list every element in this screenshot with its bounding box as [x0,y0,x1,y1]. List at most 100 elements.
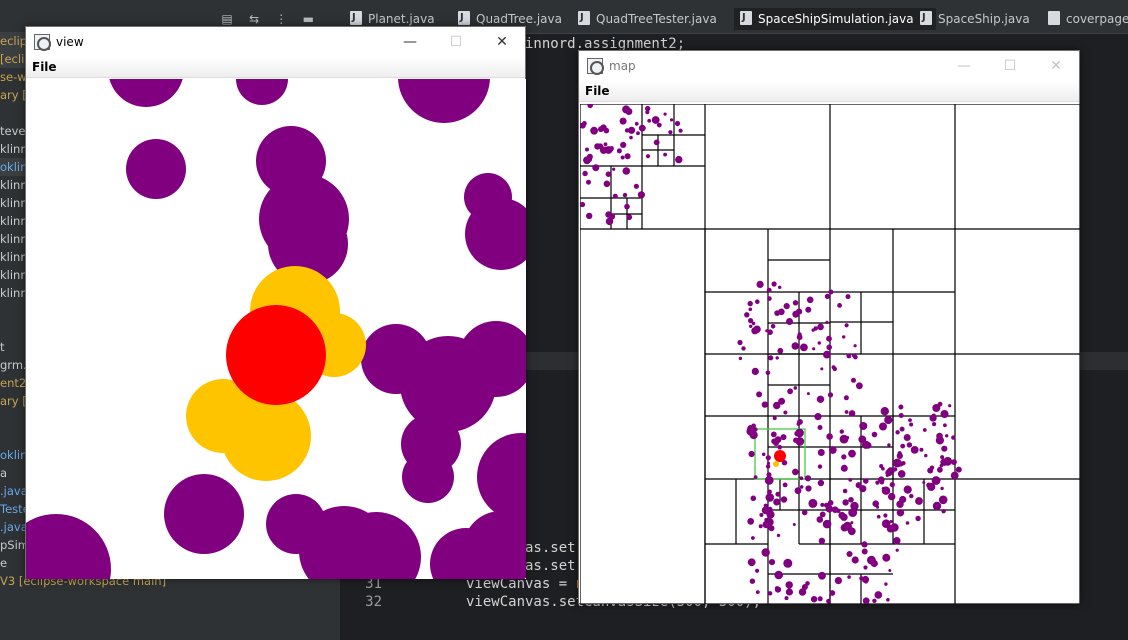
planet-dot [770,431,777,438]
editor-tab[interactable]: SpaceShip.java [920,7,1030,30]
planet-dot [861,440,871,449]
planet-dot [876,514,881,519]
planet-dot [783,410,788,415]
document-file-icon [1048,11,1060,25]
planet-dot [893,537,901,545]
editor-tab[interactable]: SpaceShipSimulation.java✕ [734,7,936,30]
tab-label: SpaceShip.java [938,12,1030,26]
link-editor-icon[interactable]: ⇆ [247,12,261,26]
planet-dot [755,299,760,304]
planet-dot [825,320,829,324]
minimize-view-icon[interactable]: ▬ [301,12,315,26]
planet-dot [773,401,781,410]
planet-dot [822,519,832,529]
view-menubar: File [26,57,525,78]
minimize-button[interactable]: — [387,27,433,57]
planet [402,451,454,503]
planet-dot [844,410,849,414]
planet-dot [823,350,831,359]
map-window[interactable]: map — ☐ ✕ File [578,50,1080,604]
planet-dot [886,598,890,602]
file-menu[interactable]: File [32,59,57,75]
view-canvas[interactable] [26,79,526,579]
planet-dot [747,300,753,307]
planet-dot [622,167,631,175]
planet-dot [603,142,608,147]
planet-dot [889,482,895,488]
maximize-button[interactable]: ☐ [987,51,1033,81]
collapse-all-icon[interactable]: ▤ [220,12,234,26]
editor-tab[interactable]: coverpage [1048,8,1128,30]
planet-dot [794,431,800,437]
planet-dot [884,415,893,425]
planet-dot [950,471,959,480]
planet-dot [852,353,856,358]
planet-dot [587,104,593,109]
tab-label: QuadTreeTester.java [596,12,717,26]
editor-tab[interactable]: QuadTreeTester.java [578,7,717,30]
planet-dot [741,346,746,351]
tab-label: coverpage [1066,12,1128,26]
planet-dot [929,414,937,422]
close-button[interactable]: ✕ [1033,51,1079,81]
planet-dot [924,453,928,458]
planet-dot [943,423,947,428]
planet-dot [747,558,756,567]
planet-dot [864,579,868,584]
planet-dot [755,590,760,594]
planet-dot [842,488,848,494]
planet-dot [819,511,826,518]
view-menu-icon[interactable]: ⋮ [274,12,288,26]
line-number: 32 [365,594,382,610]
planet-dot [783,558,793,568]
planet-dot [829,590,836,596]
planet-dot [764,476,774,485]
planet [463,511,526,579]
planet-dot [799,476,804,481]
planet-dot [791,342,799,350]
planet-dot [932,422,937,427]
planet-dot [738,356,743,361]
maximize-button[interactable]: ☐ [433,27,479,57]
planet-dot [761,506,770,515]
planet-dot [675,155,683,164]
planet [400,336,496,432]
map-canvas[interactable] [580,104,1080,604]
view-titlebar[interactable]: view — ☐ ✕ [26,27,525,57]
planet-dot [862,597,870,604]
planet-dot [826,598,831,604]
planet-dot [801,509,808,516]
planet-dot [783,303,790,310]
planet-dot [796,334,803,341]
planet-dot [874,591,883,599]
tab-label: QuadTree.java [476,12,562,26]
planet-dot [795,437,805,446]
planet-dot [597,143,604,150]
planet-dot [826,433,833,440]
planet-dot [805,306,812,313]
planet-dot [906,442,913,448]
planet-dot [751,536,755,540]
planet-dot [855,482,862,489]
tab-label: Planet.java [368,12,435,26]
planet-dot [612,193,618,199]
planet-dot [797,419,803,425]
file-menu[interactable]: File [585,83,610,99]
view-window[interactable]: view — ☐ ✕ File [25,26,526,579]
planet-dot [784,596,789,601]
planet-dot [881,486,891,495]
map-titlebar[interactable]: map — ☐ ✕ [579,51,1079,81]
planet-dot [940,410,949,418]
planet-dot [884,582,888,586]
quadtree-map [580,104,1080,604]
java-file-icon [350,7,362,29]
planet-dot [885,469,893,477]
planet-dot [603,180,611,188]
planet-dot [813,326,818,331]
planet-dot [605,217,614,226]
planet-dot [761,401,769,408]
minimize-button[interactable]: — [941,51,987,81]
close-button[interactable]: ✕ [479,27,525,57]
planet-dot [941,509,946,514]
planet-dot [843,521,852,531]
